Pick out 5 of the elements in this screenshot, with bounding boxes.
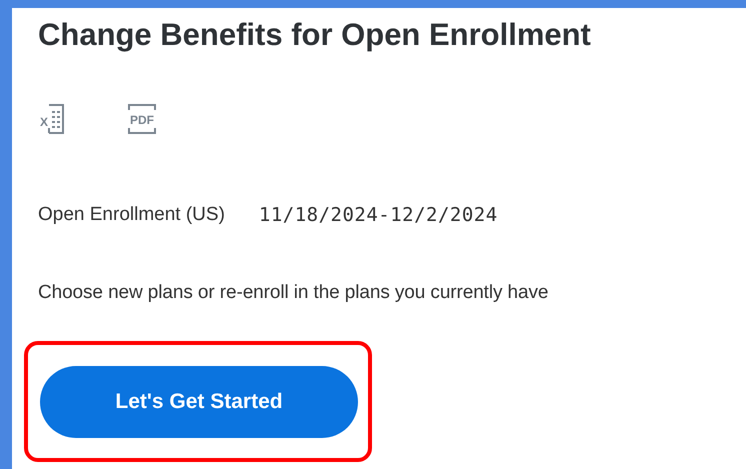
instructions-text: Choose new plans or re-enroll in the plans you currently have — [38, 282, 550, 304]
page-title: Change Benefits for Open Enrollment — [38, 16, 592, 54]
event-dates: 11/18/2024-12/2/2024 — [258, 204, 498, 226]
event-label: Open Enrollment (US) — [38, 204, 225, 226]
get-started-button[interactable]: Let's Get Started — [40, 366, 358, 438]
